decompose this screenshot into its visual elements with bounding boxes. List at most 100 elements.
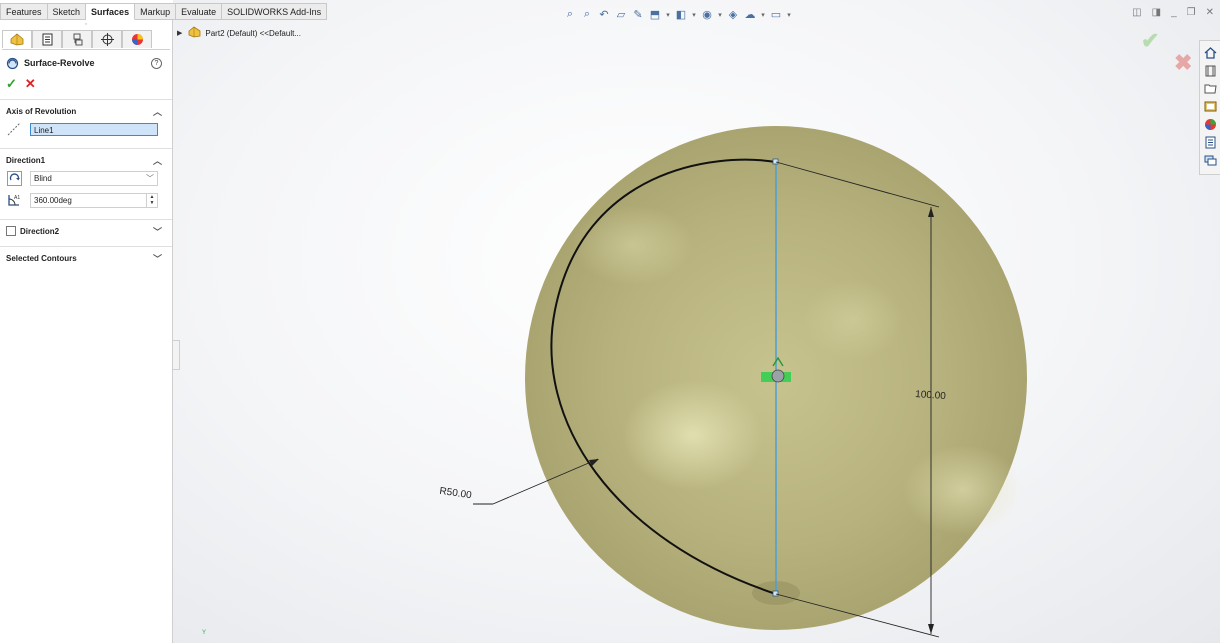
surface-revolve-icon: [6, 57, 19, 69]
file-explorer-icon[interactable]: [1202, 80, 1218, 96]
window-controls[interactable]: ◫ ◨ _ ❐ ✕: [1132, 7, 1214, 18]
group-direction1: Direction1 ︿ Blind ﹀ A1 360.00deg ▲ ▼: [0, 148, 172, 211]
direction1-angle-row: A1 360.00deg ▲ ▼: [0, 189, 172, 211]
chevron-down-icon[interactable]: ﹀: [153, 225, 162, 238]
display-style-icon[interactable]: ◧: [674, 8, 688, 21]
reverse-direction-icon[interactable]: [6, 170, 22, 186]
highlight-left: [623, 380, 763, 490]
dimension-length-label[interactable]: 100.00: [915, 389, 947, 402]
group-header-direction2[interactable]: Direction2 ﹀: [0, 220, 172, 238]
split-icon[interactable]: ◨: [1152, 7, 1161, 18]
property-list-icon: [42, 33, 52, 46]
tab-sketch[interactable]: Sketch: [47, 3, 87, 20]
highlight-top: [573, 205, 693, 285]
group-axis-of-revolution: Axis of Revolution ︿ Line1: [0, 99, 172, 140]
group-label-selected-contours: Selected Contours: [6, 253, 77, 263]
group-label-direction2: Direction2: [20, 226, 60, 236]
minimize-icon[interactable]: _: [1171, 7, 1177, 18]
command-manager-tabs[interactable]: Features Sketch Surfaces Markup Evaluate…: [0, 3, 328, 20]
part-icon: [188, 26, 201, 40]
axis-endpoint-bottom[interactable]: [772, 590, 779, 597]
spinner-arrows-icon[interactable]: ▲ ▼: [146, 193, 157, 207]
model-scene[interactable]: 100.00 R50.00: [173, 0, 1220, 643]
direction2-toggle[interactable]: Direction2: [6, 226, 59, 236]
chevron-down-icon[interactable]: ▾: [786, 11, 792, 19]
chevron-down-icon[interactable]: ﹀: [146, 172, 157, 185]
tab-evaluate[interactable]: Evaluate: [176, 3, 223, 20]
direction1-angle-value[interactable]: 360.00deg: [34, 194, 72, 207]
chevron-down-icon[interactable]: ▾: [760, 11, 766, 19]
chevron-down-icon[interactable]: ▾: [691, 11, 697, 19]
confirmation-cancel-icon[interactable]: ✖: [1174, 50, 1192, 76]
dynamic-annotation-icon[interactable]: ✎: [631, 8, 645, 21]
group-selected-contours: Selected Contours ﹀: [0, 246, 172, 265]
heads-up-view-toolbar[interactable]: ⌕ ⌕ ↶ ▱ ✎ ⬒ ▾ ◧ ▾ ◉ ▾ ◈ ☁ ▾ ▭ ▾: [563, 8, 792, 21]
custom-properties-icon[interactable]: [1202, 134, 1218, 150]
highlight-right: [903, 445, 1023, 535]
view-palette-icon[interactable]: [1202, 98, 1218, 114]
highlight-mid: [803, 280, 903, 360]
group-label-direction1: Direction1: [6, 155, 46, 165]
axis-endpoint-top[interactable]: [772, 158, 779, 165]
feature-manager-tab[interactable]: [2, 30, 32, 48]
dimxpert-manager-tab[interactable]: [92, 30, 122, 48]
chevron-down-icon[interactable]: ▾: [665, 11, 671, 19]
tab-addins[interactable]: SOLIDWORKS Add-Ins: [222, 3, 328, 20]
chevron-up-icon[interactable]: ︿: [153, 105, 162, 118]
property-manager-panel: ◦ Surface-Revolve ? ✓ ✕ Axis of Revoluti…: [0, 20, 173, 643]
direction1-angle-spinner[interactable]: 360.00deg ▲ ▼: [30, 192, 158, 208]
tab-surfaces[interactable]: Surfaces: [86, 3, 136, 20]
feature-tree-icon: [10, 33, 24, 46]
axis-selection-row: Line1: [0, 118, 172, 140]
direction1-type-select[interactable]: Blind ﹀: [30, 170, 158, 186]
zoom-to-area-icon[interactable]: ⌕: [580, 8, 594, 21]
home-icon[interactable]: [1202, 44, 1218, 60]
hide-show-items-icon[interactable]: ◉: [700, 8, 714, 21]
task-pane-tabs[interactable]: [1199, 40, 1220, 175]
previous-view-icon[interactable]: ↶: [597, 8, 611, 21]
tab-markup[interactable]: Markup: [135, 3, 177, 20]
forum-icon[interactable]: [1202, 152, 1218, 168]
view-settings-icon[interactable]: ▭: [769, 8, 783, 21]
design-library-icon[interactable]: [1202, 62, 1218, 78]
group-header-selected-contours[interactable]: Selected Contours ﹀: [0, 247, 172, 265]
help-icon[interactable]: ?: [151, 57, 162, 69]
apply-scene-icon[interactable]: ☁: [743, 8, 757, 21]
section-view-icon[interactable]: ▱: [614, 8, 628, 21]
panel-collapse-handle[interactable]: [173, 340, 180, 370]
ok-check-icon[interactable]: ✓: [6, 76, 17, 92]
expand-arrow-icon[interactable]: ▶: [177, 29, 182, 37]
graphics-area[interactable]: 100.00 R50.00 ▶ Part2 (Default) <<Defaul…: [173, 0, 1220, 643]
direction1-type-row: Blind ﹀: [0, 167, 172, 189]
panel-grip-icon[interactable]: ◦: [0, 20, 172, 30]
tab-features[interactable]: Features: [0, 3, 48, 20]
direction2-checkbox[interactable]: [6, 226, 16, 236]
display-manager-icon: [131, 34, 143, 45]
chevron-up-icon[interactable]: ︿: [153, 154, 162, 167]
chevron-down-icon[interactable]: ﹀: [153, 252, 162, 265]
property-manager-tab[interactable]: [32, 30, 62, 48]
restore-icon[interactable]: ❐: [1187, 7, 1196, 18]
feature-tree-root-label[interactable]: Part2 (Default) <<Default...: [205, 29, 301, 38]
group-header-axis[interactable]: Axis of Revolution ︿: [0, 100, 172, 118]
manager-tabs[interactable]: [2, 30, 170, 50]
direction1-type-value: Blind: [34, 173, 52, 183]
tile-icon[interactable]: ◫: [1132, 7, 1141, 18]
appearances-icon[interactable]: [1202, 116, 1218, 132]
group-header-direction1[interactable]: Direction1 ︿: [0, 149, 172, 167]
close-icon[interactable]: ✕: [1206, 7, 1214, 18]
feature-tree-flyout[interactable]: ▶ Part2 (Default) <<Default...: [177, 26, 301, 40]
configuration-icon: [73, 33, 82, 46]
angle-icon: A1: [6, 192, 22, 208]
view-orientation-icon[interactable]: ⬒: [648, 8, 662, 21]
edit-appearance-icon[interactable]: ◈: [726, 8, 740, 21]
cancel-x-icon[interactable]: ✕: [25, 76, 36, 92]
dimension-radius-label[interactable]: R50.00: [439, 486, 473, 501]
display-manager-tab[interactable]: [122, 30, 152, 48]
svg-text:A1: A1: [14, 195, 20, 201]
zoom-to-fit-icon[interactable]: ⌕: [563, 8, 577, 21]
configuration-manager-tab[interactable]: [62, 30, 92, 48]
axis-selection-box[interactable]: Line1: [30, 122, 158, 136]
chevron-down-icon[interactable]: ▾: [717, 11, 723, 19]
confirmation-ok-icon[interactable]: ✔: [1141, 28, 1159, 54]
